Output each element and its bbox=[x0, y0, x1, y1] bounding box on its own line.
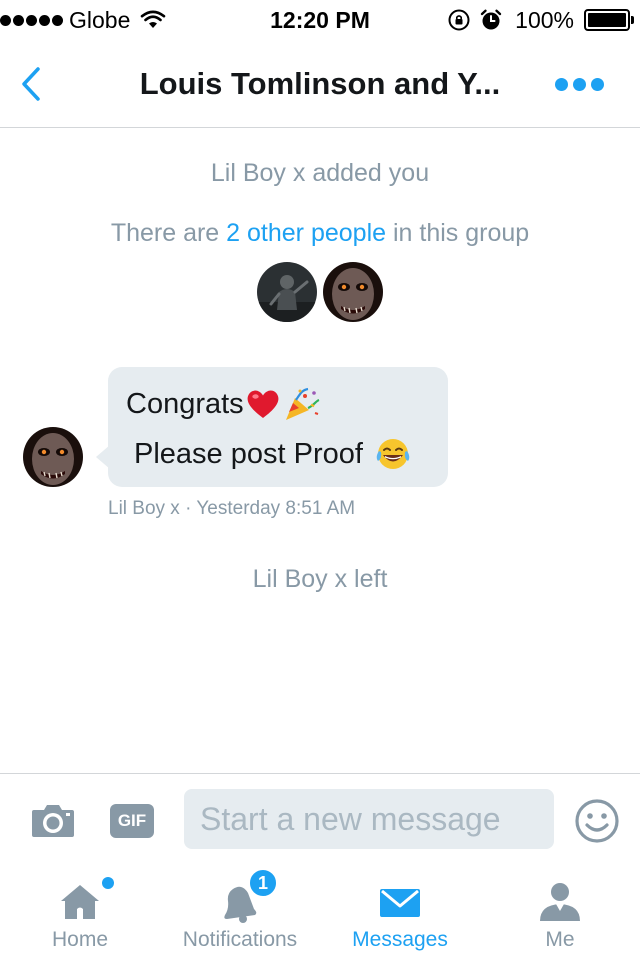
tab-messages-label: Messages bbox=[352, 928, 448, 951]
message-composer: GIF bbox=[0, 773, 640, 865]
party-popper-emoji-icon bbox=[285, 387, 320, 420]
message-bubble[interactable]: Congrats Please post Proof bbox=[96, 367, 448, 487]
status-right: 100% bbox=[447, 6, 634, 34]
conversation-header: Louis Tomlinson and Y... bbox=[0, 40, 640, 128]
message-input[interactable] bbox=[184, 789, 554, 849]
home-icon bbox=[61, 885, 99, 919]
group-info-prefix: There are bbox=[110, 219, 227, 247]
sender-avatar-image bbox=[23, 427, 83, 487]
camera-icon[interactable] bbox=[30, 800, 76, 840]
message-text-2: Please post Proof bbox=[134, 438, 363, 470]
emoji-picker-icon[interactable] bbox=[574, 798, 620, 844]
battery-percent: 100% bbox=[515, 6, 574, 33]
tab-home-label: Home bbox=[51, 928, 109, 951]
tab-messages[interactable]: Messages bbox=[320, 865, 480, 960]
tab-me-label: Me bbox=[545, 928, 575, 951]
message-line-1: Congrats bbox=[126, 385, 430, 423]
group-info: There are 2 other people in this group bbox=[0, 217, 640, 249]
envelope-icon bbox=[380, 889, 420, 917]
tears-of-joy-emoji-icon bbox=[376, 439, 410, 469]
participant-avatar-ghoul[interactable] bbox=[323, 262, 383, 322]
message-text-1: Congrats bbox=[126, 388, 244, 420]
gif-button[interactable]: GIF bbox=[110, 804, 154, 838]
home-new-content-dot bbox=[102, 877, 114, 889]
added-notice: Lil Boy x added you bbox=[210, 159, 430, 187]
participant-avatars[interactable] bbox=[257, 262, 383, 322]
message-line-2: Please post Proof bbox=[126, 435, 430, 473]
person-icon bbox=[540, 883, 580, 921]
alarm-icon bbox=[480, 9, 502, 30]
red-heart-emoji-icon bbox=[247, 390, 279, 418]
tab-notifications-label: Notifications bbox=[182, 928, 298, 951]
orientation-lock-icon bbox=[448, 9, 470, 31]
notifications-badge: 1 bbox=[248, 868, 278, 898]
status-bar: Globe 12:20 PM 100% bbox=[0, 0, 640, 40]
conversation-title[interactable]: Louis Tomlinson and Y... bbox=[0, 64, 640, 104]
participant-avatar-performer[interactable] bbox=[257, 262, 317, 322]
tab-me[interactable]: Me bbox=[480, 865, 640, 960]
tab-notifications[interactable]: 1 Notifications bbox=[160, 865, 320, 960]
tab-home[interactable]: Home bbox=[0, 865, 160, 960]
battery-icon bbox=[584, 9, 634, 31]
sender-avatar[interactable] bbox=[23, 427, 83, 492]
tab-bar: Home 1 Notifications Messages Me bbox=[0, 865, 640, 960]
more-options-icon[interactable] bbox=[555, 78, 604, 91]
left-notice: Lil Boy x left bbox=[252, 565, 388, 593]
group-info-suffix: in this group bbox=[386, 219, 530, 247]
other-people-link[interactable]: 2 other people bbox=[226, 219, 386, 247]
message-meta: Lil Boy x · Yesterday 8:51 AM bbox=[108, 498, 356, 519]
